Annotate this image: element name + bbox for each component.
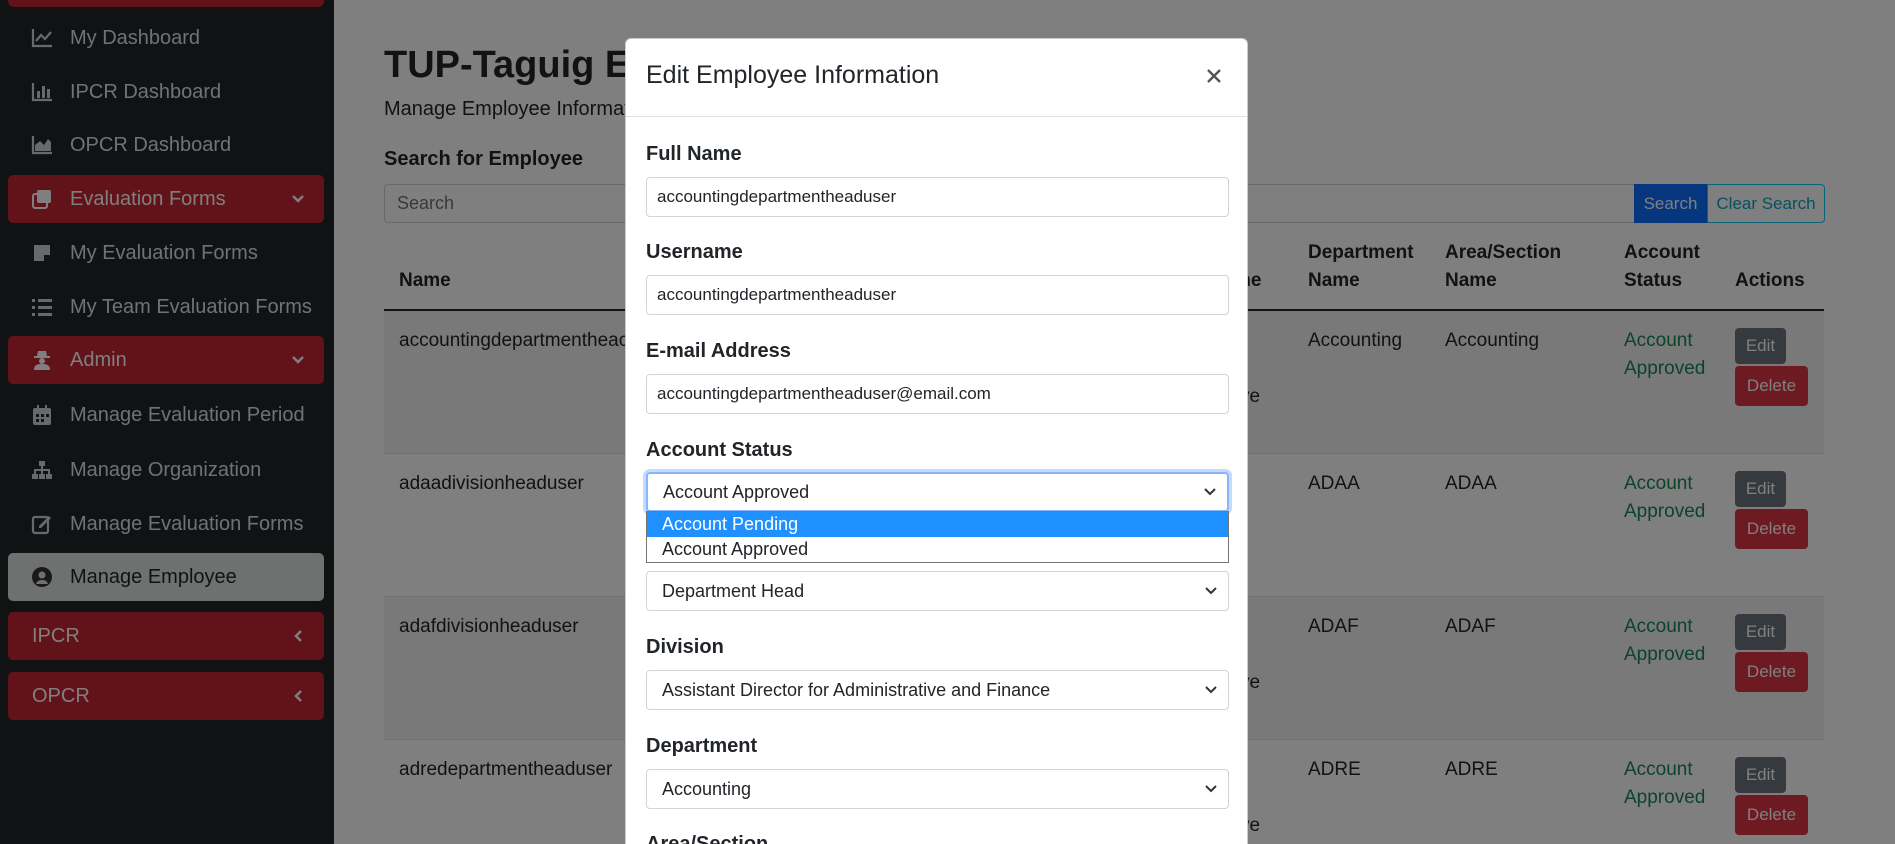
full-name-field[interactable]: accountingdepartmentheaduser (646, 177, 1229, 217)
department-select[interactable]: Accounting (646, 769, 1229, 809)
edit-employee-modal: Edit Employee Information Full Name acco… (625, 38, 1248, 844)
division-value: Assistant Director for Administrative an… (662, 679, 1051, 700)
chevron-down-icon (1204, 683, 1218, 697)
account-status-value: Account Approved (663, 481, 810, 502)
account-status-select[interactable]: Account Approved (646, 472, 1229, 512)
area-section-label: Area/Section (646, 833, 769, 844)
chevron-down-icon (1204, 782, 1218, 796)
full-name-label: Full Name (646, 143, 742, 165)
chevron-down-icon (1204, 584, 1218, 598)
chevron-down-icon (1203, 485, 1217, 499)
account-status-label: Account Status (646, 439, 793, 461)
department-value: Accounting (662, 778, 752, 799)
modal-header: Edit Employee Information (626, 39, 1247, 117)
email-label: E-mail Address (646, 340, 791, 362)
option-account-approved[interactable]: Account Approved (647, 537, 1228, 562)
option-account-pending[interactable]: Account Pending (647, 512, 1228, 537)
email-field[interactable]: accountingdepartmentheaduser@email.com (646, 374, 1229, 414)
role-value: Department Head (662, 580, 805, 601)
department-label: Department (646, 735, 758, 757)
close-icon[interactable] (1201, 61, 1227, 91)
division-select[interactable]: Assistant Director for Administrative an… (646, 670, 1229, 710)
username-field[interactable]: accountingdepartmentheaduser (646, 275, 1229, 315)
username-label: Username (646, 241, 743, 263)
account-status-dropdown: Account Pending Account Approved (646, 511, 1229, 563)
division-label: Division (646, 636, 724, 658)
modal-title: Edit Employee Information (646, 61, 940, 89)
role-select[interactable]: Department Head (646, 571, 1229, 611)
